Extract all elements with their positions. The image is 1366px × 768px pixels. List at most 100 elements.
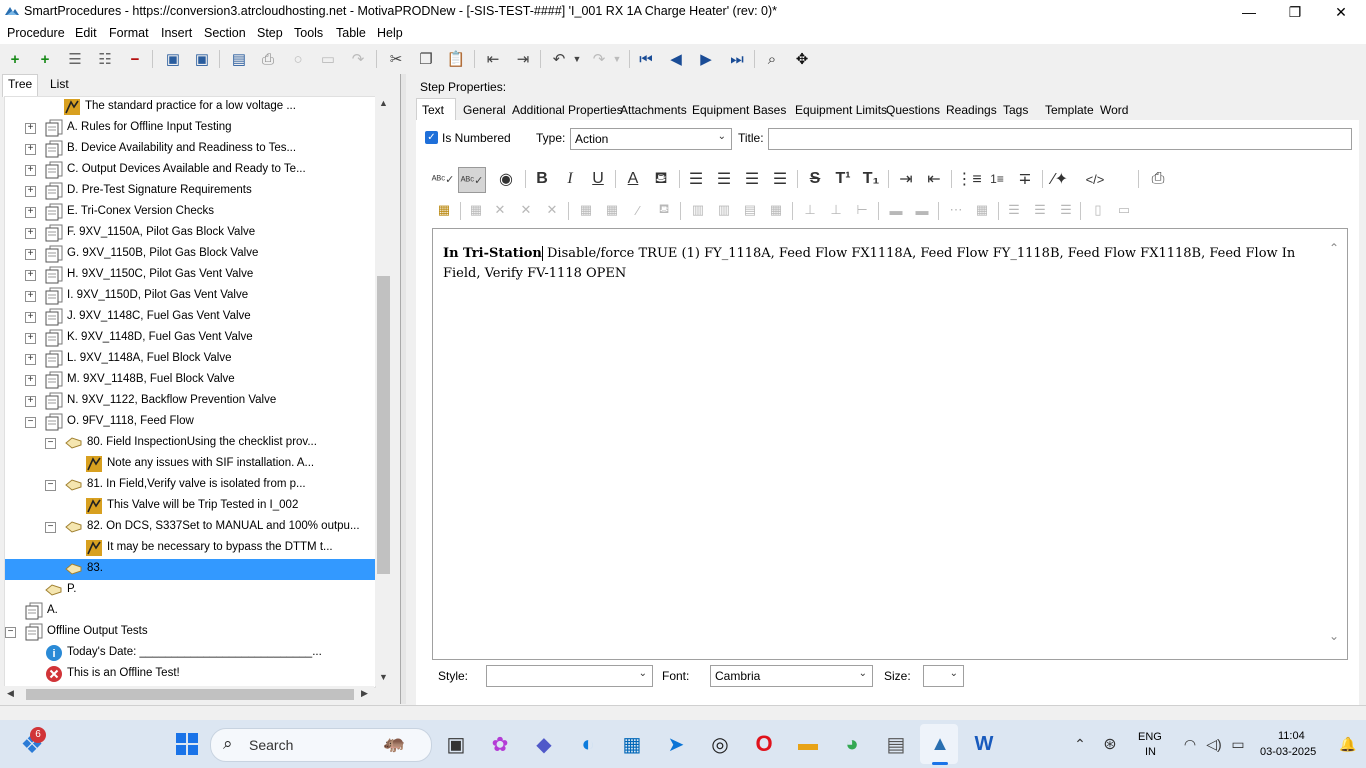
tree-item[interactable]: + N. 9XV_1122, Backflow Prevention Valve <box>5 391 375 412</box>
is-numbered-checkbox[interactable]: ✓ <box>425 131 438 144</box>
expand-icon[interactable]: + <box>25 165 36 176</box>
table-tool-icon[interactable]: ▦ <box>764 199 788 221</box>
hscroll-thumb[interactable] <box>26 689 354 700</box>
scroll-thumb[interactable] <box>377 276 390 574</box>
menu-format[interactable]: Format <box>109 26 149 40</box>
edge-icon[interactable]: ◐ <box>572 728 604 760</box>
paste-icon[interactable]: 📋 <box>445 48 467 70</box>
table-tool-icon[interactable]: ⛾ <box>652 199 676 221</box>
tab-questions[interactable]: Questions <box>886 103 940 117</box>
region-label[interactable]: IN <box>1145 746 1156 758</box>
redo-dropdown-icon[interactable]: ▼ <box>606 48 628 70</box>
collapse-icon[interactable]: − <box>25 417 36 428</box>
menu-tools[interactable]: Tools <box>294 26 323 40</box>
menu-procedure[interactable]: Procedure <box>7 26 65 40</box>
menu-help[interactable]: Help <box>377 26 403 40</box>
magic-wand-icon[interactable]: ⁄✦ <box>1047 167 1073 191</box>
italic-icon[interactable]: I <box>557 167 583 191</box>
menu-table[interactable]: Table <box>336 26 366 40</box>
tree-item[interactable]: − 82. On DCS, S337Set to MANUAL and 100% … <box>5 517 375 538</box>
tree-item[interactable]: 83. <box>5 559 375 580</box>
theme-icon[interactable]: ◉ <box>493 167 519 191</box>
collapse-icon[interactable]: − <box>45 480 56 491</box>
table-tool-icon[interactable]: ☰ <box>1028 199 1052 221</box>
redo-disabled-icon[interactable]: ↷ <box>347 48 369 70</box>
table-tool-icon[interactable]: ▦ <box>600 199 624 221</box>
undo-dropdown-icon[interactable]: ▼ <box>566 48 588 70</box>
tree-item[interactable]: + I. 9XV_1150D, Pilot Gas Vent Valve <box>5 286 375 307</box>
app-icon[interactable]: ▤ <box>880 728 912 760</box>
tree-item[interactable]: + J. 9XV_1148C, Fuel Gas Vent Valve <box>5 307 375 328</box>
table-tool-icon[interactable]: ☰ <box>1002 199 1026 221</box>
increase-indent-icon[interactable]: ⇥ <box>893 167 919 191</box>
tree-item[interactable]: This is an Offline Test! <box>5 664 375 685</box>
style-select[interactable]: ⌄ <box>486 665 653 687</box>
table-tool-icon[interactable]: ⊥ <box>798 199 822 221</box>
copilot-icon[interactable]: ✿ <box>484 728 516 760</box>
language-label[interactable]: ENG <box>1138 731 1162 743</box>
menu-insert[interactable]: Insert <box>161 26 192 40</box>
tab-equipment[interactable]: Equipment <box>692 103 749 117</box>
menu-section[interactable]: Section <box>204 26 246 40</box>
table-tool-icon[interactable]: ▬ <box>910 199 934 221</box>
tab-bases[interactable]: Bases <box>753 103 786 117</box>
font-select[interactable]: Cambria ⌄ <box>710 665 873 687</box>
strikethrough-icon[interactable]: S <box>802 167 828 191</box>
expand-icon[interactable]: + <box>25 375 36 386</box>
html-source-icon[interactable]: </> <box>1082 167 1108 191</box>
scroll-right-icon[interactable]: ▶ <box>361 688 368 699</box>
save-all-icon[interactable]: ▣ <box>162 48 184 70</box>
decrease-indent-icon[interactable]: ⇤ <box>921 167 947 191</box>
editor-content[interactable]: In Tri-Station Disable/force TRUE (1) FY… <box>443 244 1318 284</box>
table-tool-icon[interactable]: ✕ <box>514 199 538 221</box>
bullet-list-icon[interactable]: ⋮≡ <box>956 167 982 191</box>
tab-template[interactable]: Template <box>1045 103 1094 117</box>
list-icon[interactable]: ☰ <box>64 48 86 70</box>
editor-scroll-down-icon[interactable]: ⌄ <box>1329 629 1339 643</box>
bold-icon[interactable]: B <box>529 167 555 191</box>
opera-icon[interactable]: O <box>748 728 780 760</box>
tree-item[interactable]: Note any issues with SIF installation. A… <box>5 454 375 475</box>
align-right-icon[interactable]: ☰ <box>739 167 765 191</box>
tree-item[interactable]: − 80. Field InspectionUsing the checklist… <box>5 433 375 454</box>
table-tool-icon[interactable]: ☰ <box>1054 199 1078 221</box>
table-tool-icon[interactable]: ✕ <box>488 199 512 221</box>
print-icon[interactable]: ⎙ <box>257 48 279 70</box>
tree-item[interactable]: − Offline Output Tests <box>5 622 375 643</box>
tree-item[interactable]: This Valve will be Trip Tested in I_002 <box>5 496 375 517</box>
add-icon[interactable]: + <box>4 48 26 70</box>
table-tool-icon[interactable]: ▤ <box>738 199 762 221</box>
find-icon[interactable]: ⌕ <box>761 48 783 70</box>
tree-item[interactable]: + E. Tri-Conex Version Checks <box>5 202 375 223</box>
start-icon[interactable] <box>171 728 203 760</box>
table-tool-icon[interactable]: ▦ <box>464 199 488 221</box>
next-icon[interactable]: ▶ <box>695 48 717 70</box>
tree-item[interactable]: P. <box>5 580 375 601</box>
expand-icon[interactable]: + <box>25 228 36 239</box>
table-tool-icon[interactable]: ✕ <box>540 199 564 221</box>
size-select[interactable]: ⌄ <box>923 665 964 687</box>
tree-item[interactable]: − 81. In Field,Verify valve is isolated f… <box>5 475 375 496</box>
task-view-icon[interactable]: ▣ <box>440 728 472 760</box>
expand-icon[interactable]: + <box>25 186 36 197</box>
table-tool-icon[interactable]: ▥ <box>712 199 736 221</box>
tree-item[interactable]: − O. 9FV_1118, Feed Flow <box>5 412 375 433</box>
outdent-icon[interactable]: ⇤ <box>482 48 504 70</box>
minimize-button[interactable]: — <box>1226 0 1272 24</box>
underline-icon[interactable]: U <box>585 167 611 191</box>
tree-item[interactable]: i Today's Date: _________________________… <box>5 643 375 664</box>
collapse-icon[interactable]: − <box>45 522 56 533</box>
font-color-icon[interactable]: A <box>620 167 646 191</box>
expand-icon[interactable]: + <box>25 123 36 134</box>
table-tool-icon[interactable]: ▬ <box>884 199 908 221</box>
file-explorer-icon[interactable]: ▬ <box>792 728 824 760</box>
title-input[interactable] <box>768 128 1352 150</box>
tab-list[interactable]: List <box>50 77 69 91</box>
expand-icon[interactable]: + <box>25 270 36 281</box>
tab-equipment-limits[interactable]: Equipment Limits <box>795 103 887 117</box>
expand-icon[interactable]: + <box>25 354 36 365</box>
add-child-icon[interactable]: + <box>34 48 56 70</box>
clock-time[interactable]: 11:04 <box>1278 730 1305 742</box>
scroll-down-icon[interactable]: ▼ <box>379 672 388 682</box>
editor-scroll-up-icon[interactable]: ⌃ <box>1329 241 1339 255</box>
